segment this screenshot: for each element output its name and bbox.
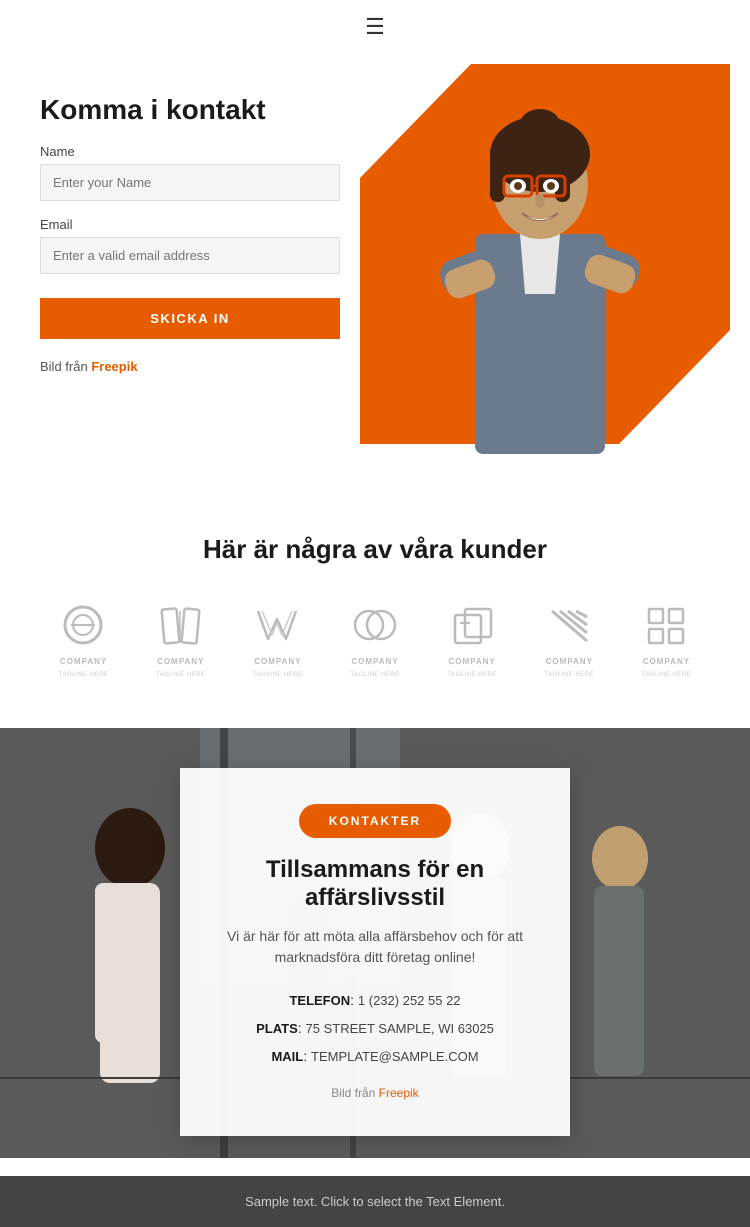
company-logo-5: COMPANY TAGLINE HERE xyxy=(429,601,516,678)
company-logo-1: COMPANY TAGLINE HERE xyxy=(40,601,127,678)
company-tagline-5: TAGLINE HERE xyxy=(447,672,497,678)
clients-heading: Här är några av våra kunder xyxy=(40,534,710,565)
company-name-4: COMPANY xyxy=(351,657,398,666)
company-name-5: COMPANY xyxy=(448,657,495,666)
name-field-group: Name xyxy=(40,144,340,201)
contact-button[interactable]: KONTAKTER xyxy=(299,804,451,838)
logo-icon-6 xyxy=(542,601,597,651)
email-input[interactable] xyxy=(40,237,340,274)
contact-heading: Tillsammans för en affärslivsstil xyxy=(220,856,530,912)
company-tagline-2: TAGLINE HERE xyxy=(156,672,206,678)
contact-info: TELEFON: 1 (232) 252 55 22 PLATS: 75 STR… xyxy=(220,986,530,1070)
name-input[interactable] xyxy=(40,164,340,201)
company-logo-6: COMPANY TAGLINE HERE xyxy=(526,601,613,678)
footer: Sample text. Click to select the Text El… xyxy=(0,1176,750,1227)
company-tagline-3: TAGLINE HERE xyxy=(253,672,303,678)
email-row: MAIL: TEMPLATE@SAMPLE.COM xyxy=(220,1042,530,1070)
company-tagline-1: TAGLINE HERE xyxy=(59,672,109,678)
email-label: Email xyxy=(40,217,340,232)
logo-icon-2 xyxy=(153,601,208,651)
phone-label: TELEFON xyxy=(289,993,350,1008)
company-logo-2: COMPANY TAGLINE HERE xyxy=(137,601,224,678)
card-freepik-link[interactable]: Freepik xyxy=(379,1086,419,1100)
company-logo-4: COMPANY TAGLINE HERE xyxy=(331,601,418,678)
phone-value: 1 (232) 252 55 22 xyxy=(358,993,461,1008)
hero-section: Komma i kontakt Name Email SKICKA IN Bil… xyxy=(0,54,750,484)
header: ☰ xyxy=(0,0,750,54)
address-row: PLATS: 75 STREET SAMPLE, WI 63025 xyxy=(220,1014,530,1042)
freepik-link[interactable]: Freepik xyxy=(91,359,137,374)
company-tagline-6: TAGLINE HERE xyxy=(544,672,594,678)
logo-icon-5 xyxy=(445,601,500,651)
contact-section: KONTAKTER Tillsammans för en affärslivss… xyxy=(0,728,750,1176)
company-name-7: COMPANY xyxy=(643,657,690,666)
person-svg xyxy=(380,94,700,454)
contact-card: KONTAKTER Tillsammans för en affärslivss… xyxy=(180,768,570,1136)
company-name-3: COMPANY xyxy=(254,657,301,666)
company-logo-3: COMPANY TAGLINE HERE xyxy=(234,601,321,678)
card-credit: Bild från Freepik xyxy=(220,1086,530,1100)
image-credit: Bild från Freepik xyxy=(40,359,340,374)
submit-button[interactable]: SKICKA IN xyxy=(40,298,340,339)
email-field-group: Email xyxy=(40,217,340,274)
footer-text[interactable]: Sample text. Click to select the Text El… xyxy=(18,1194,732,1209)
clients-logos: COMPANY TAGLINE HERE COMPANY TAGLINE HER… xyxy=(40,601,710,678)
email-contact-value: TEMPLATE@SAMPLE.COM xyxy=(311,1049,479,1064)
company-name-1: COMPANY xyxy=(60,657,107,666)
company-tagline-7: TAGLINE HERE xyxy=(642,672,692,678)
logo-icon-7 xyxy=(639,601,694,651)
name-label: Name xyxy=(40,144,340,159)
hero-image xyxy=(340,94,710,454)
company-name-2: COMPANY xyxy=(157,657,204,666)
menu-icon[interactable]: ☰ xyxy=(365,14,385,40)
hero-person-image xyxy=(370,94,710,454)
company-name-6: COMPANY xyxy=(546,657,593,666)
address-label: PLATS xyxy=(256,1021,298,1036)
address-value: 75 STREET SAMPLE, WI 63025 xyxy=(306,1021,494,1036)
contact-form: Komma i kontakt Name Email SKICKA IN Bil… xyxy=(40,94,340,454)
company-tagline-4: TAGLINE HERE xyxy=(350,672,400,678)
email-contact-label: MAIL xyxy=(271,1049,303,1064)
logo-icon-4 xyxy=(347,601,402,651)
company-logo-7: COMPANY TAGLINE HERE xyxy=(623,601,710,678)
logo-icon-1 xyxy=(56,601,111,651)
clients-section: Här är några av våra kunder COMPANY TAGL… xyxy=(0,484,750,728)
logo-icon-3 xyxy=(250,601,305,651)
phone-row: TELEFON: 1 (232) 252 55 22 xyxy=(220,986,530,1014)
hero-title: Komma i kontakt xyxy=(40,94,340,126)
contact-description: Vi är här för att möta alla affärsbehov … xyxy=(220,926,530,968)
